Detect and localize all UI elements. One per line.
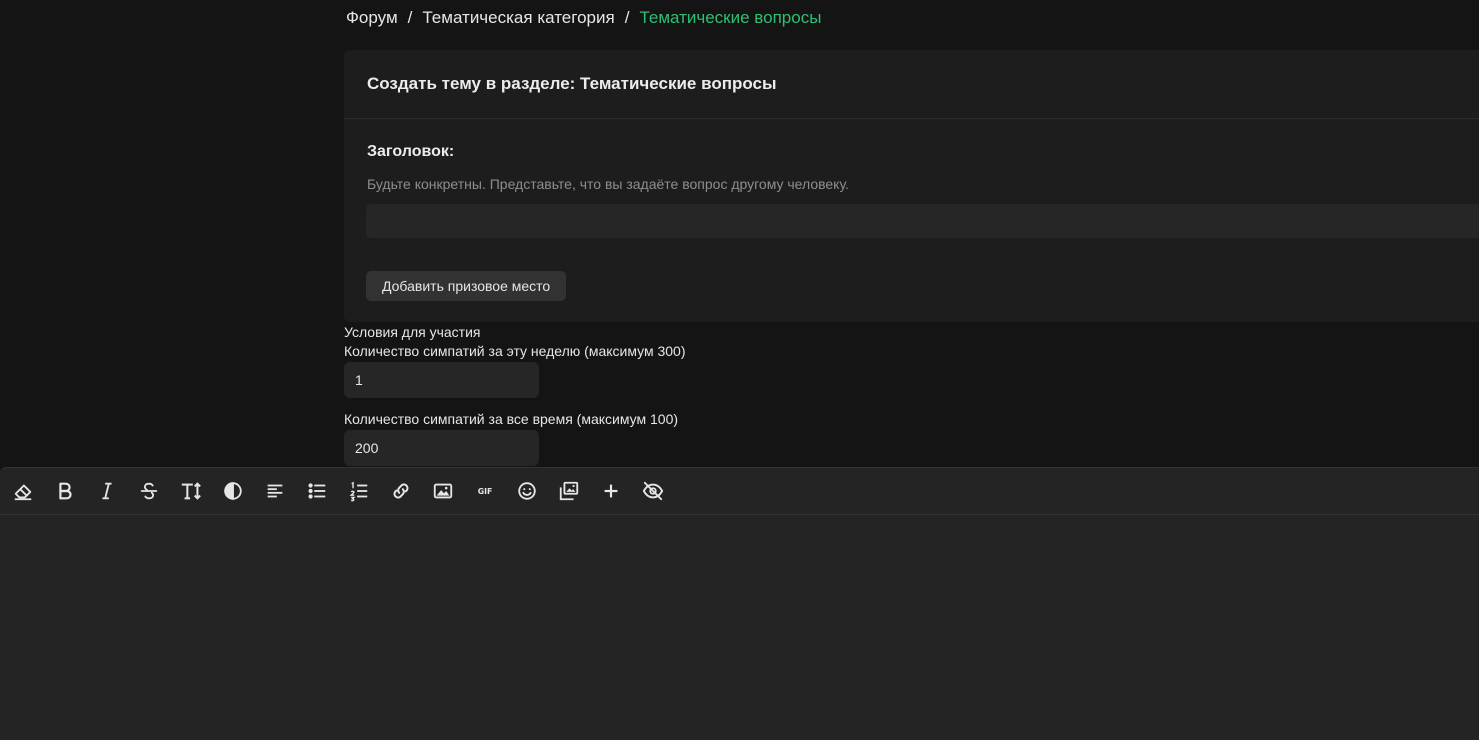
link-icon[interactable] xyxy=(380,471,422,511)
breadcrumb-forum[interactable]: Форум xyxy=(346,8,398,28)
strikethrough-icon[interactable] xyxy=(128,471,170,511)
emoji-icon[interactable] xyxy=(506,471,548,511)
page: Форум / Тематическая категория / Тематич… xyxy=(0,0,1479,740)
breadcrumb: Форум / Тематическая категория / Тематич… xyxy=(346,6,821,30)
alltime-likes-label: Количество симпатий за все время (максим… xyxy=(344,411,679,427)
card-title: Создать тему в разделе: Тематические воп… xyxy=(344,50,1479,119)
editor-content-area[interactable] xyxy=(0,515,1479,740)
breadcrumb-separator: / xyxy=(624,8,630,27)
rich-text-editor: GIF xyxy=(0,467,1479,740)
add-prize-button[interactable]: Добавить призовое место xyxy=(366,271,567,301)
bold-icon[interactable] xyxy=(44,471,86,511)
italic-icon[interactable] xyxy=(86,471,128,511)
image-icon[interactable] xyxy=(422,471,464,511)
text-size-icon[interactable] xyxy=(170,471,212,511)
weekly-likes-input[interactable] xyxy=(344,362,539,398)
hide-content-icon[interactable] xyxy=(632,471,674,511)
alltime-likes-input[interactable] xyxy=(344,430,539,466)
breadcrumb-category[interactable]: Тематическая категория xyxy=(422,8,614,28)
breadcrumb-separator: / xyxy=(407,8,413,27)
insert-plus-icon[interactable] xyxy=(590,471,632,511)
bullet-list-icon[interactable] xyxy=(296,471,338,511)
breadcrumb-current[interactable]: Тематические вопросы xyxy=(639,8,821,28)
gif-icon[interactable]: GIF xyxy=(464,471,506,511)
align-left-icon[interactable] xyxy=(254,471,296,511)
title-label: Заголовок: xyxy=(367,143,455,160)
conditions-title: Условия для участия xyxy=(344,324,481,340)
editor-toolbar: GIF xyxy=(0,468,1479,515)
svg-text:GIF: GIF xyxy=(478,487,493,496)
media-gallery-icon[interactable] xyxy=(548,471,590,511)
title-hint: Будьте конкретны. Представьте, что вы за… xyxy=(367,176,849,192)
weekly-likes-label: Количество симпатий за эту неделю (макси… xyxy=(344,343,686,359)
title-input[interactable] xyxy=(366,204,1479,238)
numbered-list-icon[interactable] xyxy=(338,471,380,511)
create-topic-card: Создать тему в разделе: Тематические воп… xyxy=(344,50,1479,322)
color-icon[interactable] xyxy=(212,471,254,511)
eraser-icon[interactable] xyxy=(2,471,44,511)
